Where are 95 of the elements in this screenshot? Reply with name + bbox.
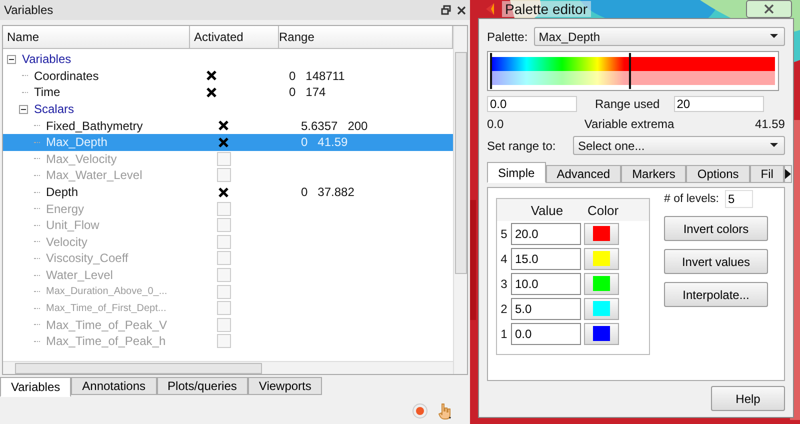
row-number: 4 bbox=[500, 252, 508, 266]
record-icon[interactable] bbox=[412, 402, 428, 418]
caret-icon bbox=[770, 34, 778, 38]
level-value-field[interactable]: 20.0 bbox=[511, 222, 581, 244]
panel-tab[interactable]: Viewports bbox=[248, 377, 322, 395]
checkbox[interactable] bbox=[217, 136, 229, 148]
color-button[interactable] bbox=[584, 248, 619, 270]
panel-tab[interactable]: Annotations bbox=[71, 377, 157, 395]
range-used-label: Range used bbox=[595, 97, 660, 111]
variable-name: Scalars bbox=[34, 102, 74, 116]
range-min-field[interactable]: 0.0 bbox=[487, 96, 577, 112]
dialog-title: Palette editor bbox=[502, 1, 590, 17]
column-header[interactable]: Activated bbox=[190, 26, 279, 48]
variable-name: Water_Level bbox=[46, 268, 113, 282]
action-button[interactable]: Interpolate... bbox=[664, 282, 768, 307]
close-icon bbox=[764, 4, 774, 14]
variable-name: Time bbox=[34, 85, 60, 100]
color-button[interactable] bbox=[584, 322, 619, 344]
column-header: Value bbox=[530, 202, 564, 218]
close-icon[interactable] bbox=[457, 6, 466, 14]
panel-title: Variables bbox=[4, 3, 54, 17]
checkbox[interactable] bbox=[205, 70, 217, 82]
checkbox[interactable] bbox=[217, 120, 229, 132]
panel-tab[interactable]: Plots/queries bbox=[156, 377, 248, 395]
row-number: 5 bbox=[500, 226, 508, 240]
extrema-max: 41.59 bbox=[754, 117, 785, 131]
editor-tab[interactable]: Fil bbox=[750, 165, 784, 183]
variable-name: Max_Time_of_Peak_h bbox=[46, 334, 166, 348]
range-value: 0 37.882 bbox=[301, 185, 354, 200]
checkbox[interactable] bbox=[217, 186, 229, 198]
horizontal-scrollbar[interactable] bbox=[3, 361, 453, 374]
help-button[interactable]: Help bbox=[711, 386, 785, 411]
variable-name: Velocity bbox=[46, 234, 88, 249]
level-value-field[interactable]: 10.0 bbox=[511, 272, 581, 294]
editor-tab[interactable]: Options bbox=[686, 165, 750, 183]
caret-icon bbox=[770, 143, 778, 147]
close-button[interactable] bbox=[746, 0, 792, 18]
set-range-dropdown[interactable]: Select one... bbox=[573, 136, 785, 155]
level-value-field[interactable]: 5.0 bbox=[511, 298, 581, 320]
tree-row[interactable]: Variables bbox=[3, 51, 453, 68]
float-icon[interactable] bbox=[441, 5, 451, 15]
action-button[interactable]: Invert colors bbox=[664, 216, 768, 241]
palette-gradient[interactable] bbox=[487, 51, 779, 91]
palette-label: Palette: bbox=[487, 30, 528, 44]
levels-count-field[interactable]: 5 bbox=[724, 190, 753, 208]
color-button[interactable] bbox=[584, 298, 619, 320]
variable-name: Coordinates bbox=[34, 68, 99, 83]
panel-tab[interactable]: Variables bbox=[0, 377, 72, 397]
range-value: 5.6357 200 bbox=[301, 118, 368, 133]
variable-name: Fixed_Bathymetry bbox=[46, 118, 143, 133]
tree-row[interactable]: Fixed_Bathymetry 5.6357 200 bbox=[3, 117, 453, 134]
variable-name: Energy bbox=[46, 202, 84, 216]
editor-tab[interactable]: Simple bbox=[487, 162, 546, 183]
range-value: 0 41.59 bbox=[301, 135, 348, 150]
tab-scroll-button[interactable] bbox=[784, 165, 792, 183]
variable-name: Unit_Flow bbox=[46, 218, 100, 232]
tree-row[interactable]: Coordinates 0 148711 bbox=[3, 68, 453, 84]
levels-label: # of levels: bbox=[664, 193, 719, 205]
variable-name: Viscosity_Coeff bbox=[46, 251, 128, 266]
app-logo-icon bbox=[484, 2, 496, 16]
extrema-min: 0.0 bbox=[487, 117, 504, 131]
variable-name: Max_Duration_Above_0_... bbox=[46, 286, 168, 298]
tree-row[interactable]: Scalars bbox=[3, 100, 453, 118]
row-number: 2 bbox=[500, 302, 508, 316]
tree-row[interactable]: Depth 0 37.882 bbox=[3, 184, 453, 200]
row-number: 3 bbox=[500, 276, 508, 290]
range-max-field[interactable]: 20 bbox=[674, 96, 764, 112]
variable-name: Max_Water_Level bbox=[46, 168, 142, 182]
row-number: 1 bbox=[500, 326, 508, 340]
variable-name: Depth bbox=[46, 185, 78, 200]
editor-tab[interactable]: Advanced bbox=[546, 165, 622, 183]
column-header[interactable]: Name bbox=[3, 26, 190, 48]
color-button[interactable] bbox=[584, 272, 619, 294]
hand-pointer-icon[interactable] bbox=[436, 402, 454, 420]
variable-name: Max_Depth bbox=[46, 135, 108, 150]
extrema-label: Variable extrema bbox=[584, 117, 674, 131]
set-range-label: Set range to: bbox=[487, 138, 557, 152]
collapse-icon[interactable] bbox=[7, 54, 16, 64]
checkbox[interactable] bbox=[205, 86, 217, 98]
column-header: Color bbox=[586, 202, 620, 218]
collapse-icon[interactable] bbox=[19, 104, 28, 114]
variable-name: Max_Velocity bbox=[46, 152, 117, 166]
tree-row[interactable]: Time 0 174 bbox=[3, 84, 453, 101]
color-button[interactable] bbox=[584, 222, 619, 244]
vertical-scrollbar[interactable] bbox=[453, 26, 467, 374]
range-value: 0 174 bbox=[289, 85, 326, 100]
level-value-field[interactable]: 0.0 bbox=[511, 322, 581, 344]
variable-name: Max_Time_of_First_Dept... bbox=[46, 302, 166, 314]
variable-name: Max_Time_of_Peak_V bbox=[46, 318, 167, 332]
palette-dropdown[interactable]: Max_Depth bbox=[534, 27, 785, 46]
level-value-field[interactable]: 15.0 bbox=[511, 248, 581, 270]
action-button[interactable]: Invert values bbox=[664, 249, 768, 274]
variable-name: Variables bbox=[22, 52, 72, 66]
editor-tab[interactable]: Markers bbox=[621, 165, 686, 183]
range-value: 0 148711 bbox=[289, 68, 345, 83]
